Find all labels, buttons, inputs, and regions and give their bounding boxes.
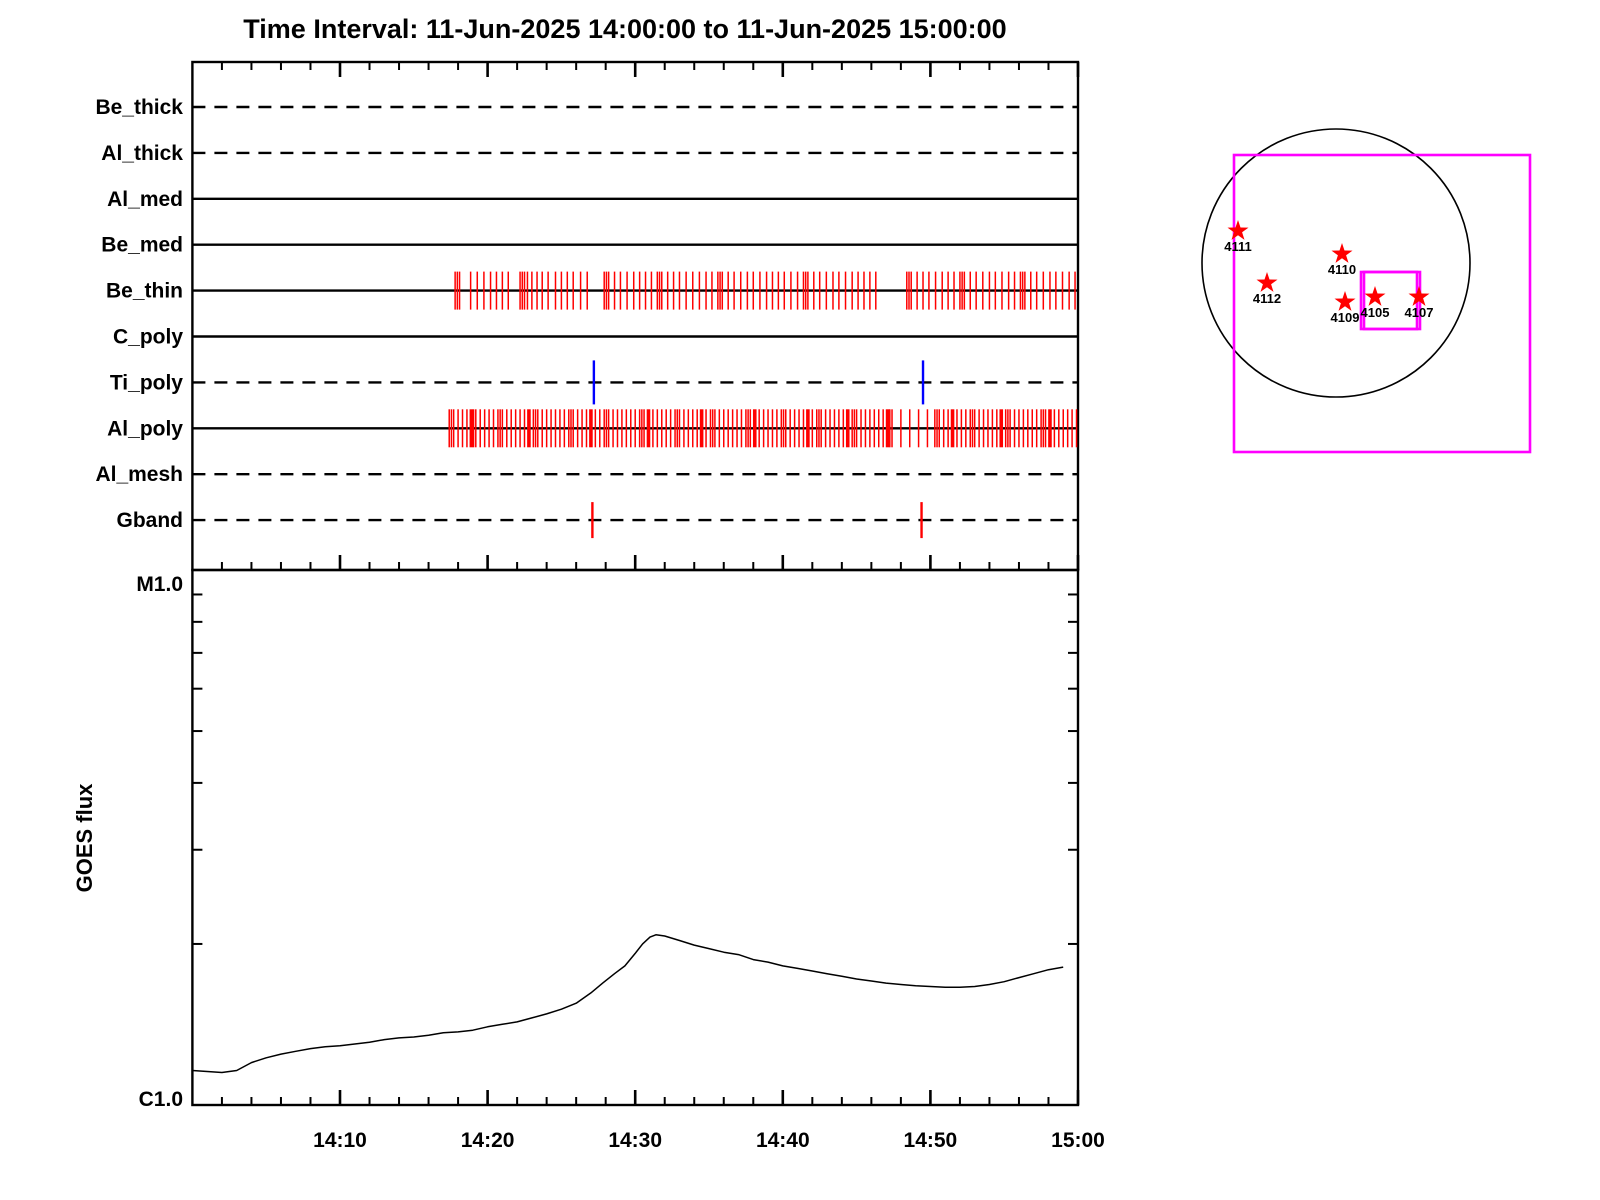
goes-panel-border xyxy=(191,568,1080,1107)
x-tick-label: 14:30 xyxy=(608,1129,662,1152)
xrt-observation-plot-page: Time Interval: 11-Jun-2025 14:00:00 to 1… xyxy=(0,0,1600,1200)
timeline-panel: Be_thick Al_thick Al_med Be_med Be_thin C_pol… xyxy=(95,96,1078,539)
x-tick-label: 14:40 xyxy=(756,1129,810,1152)
row-label-Be_thin: Be_thin xyxy=(106,280,183,303)
ar-label-4112: 4112 xyxy=(1253,291,1281,306)
goes-log-ticks xyxy=(192,593,1078,945)
row-label-C_poly: C_poly xyxy=(113,326,183,349)
x-tick-label: 14:10 xyxy=(313,1129,367,1152)
y-label-m1: M1.0 xyxy=(136,573,183,596)
ar-label-4110: 4110 xyxy=(1328,262,1356,277)
timeline-panel-border xyxy=(191,60,1080,572)
goes-flux-curve xyxy=(192,934,1064,1074)
timeline-goes-solar-chart: Be_thick Al_thick Al_med Be_med Be_thin C_pol… xyxy=(72,60,1532,1152)
ar-star-4109 xyxy=(1334,291,1356,311)
row-label-Al_med: Al_med xyxy=(107,188,183,211)
panel-borders xyxy=(191,60,1080,1107)
x-tick-label: 15:00 xyxy=(1051,1129,1105,1152)
x-tick-label: 14:50 xyxy=(904,1129,958,1152)
ar-star-4111 xyxy=(1227,220,1249,240)
ar-label-4105: 4105 xyxy=(1361,305,1390,320)
time-axes xyxy=(220,62,1080,1105)
ar-label-4111: 4111 xyxy=(1224,239,1252,254)
row-label-Be_med: Be_med xyxy=(101,234,183,257)
solar-disk-map: 4111 4110 4112 4109 4105 4107 xyxy=(1201,128,1532,454)
axis-labels: M1.0 C1.0 14:10 14:20 14:30 14:40 14:50 15:00 GO… xyxy=(72,573,1105,1152)
ar-star-4105 xyxy=(1364,286,1386,306)
goes-flux-axis-title: GOES flux xyxy=(72,783,97,893)
fov-box-1 xyxy=(1359,270,1419,331)
row-label-Be_thick: Be_thick xyxy=(95,96,183,119)
ar-label-4107: 4107 xyxy=(1405,305,1434,320)
row-label-Gband: Gband xyxy=(117,509,184,532)
row-label-Al_mesh: Al_mesh xyxy=(95,463,183,486)
x-tick-label: 14:20 xyxy=(461,1129,515,1152)
y-label-c1: C1.0 xyxy=(139,1088,183,1111)
row-label-Al_poly: Al_poly xyxy=(107,417,183,440)
ar-star-4110 xyxy=(1331,243,1353,263)
row-label-Ti_poly: Ti_poly xyxy=(110,371,183,394)
ar-star-4112 xyxy=(1256,272,1278,292)
ar-label-4109: 4109 xyxy=(1331,310,1360,325)
row-label-Al_thick: Al_thick xyxy=(101,142,183,165)
